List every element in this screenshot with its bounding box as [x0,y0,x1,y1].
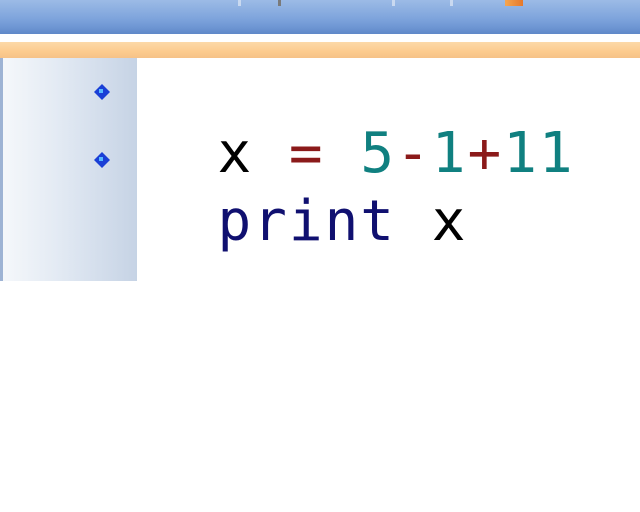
toolbar-orange-button[interactable] [505,0,523,6]
code-token-variable: x [431,189,468,254]
toolbar-separator [450,0,453,6]
toolbar-gap [0,34,640,42]
toolbar-separator [238,0,241,6]
code-line-2[interactable]: print x [146,126,467,254]
toolbar-separator [392,0,395,6]
gutter-edge [0,58,3,281]
blue-bullet-icon[interactable] [94,84,110,100]
code-token-number: 11 [503,121,575,186]
editor-gutter [0,58,137,281]
code-token-keyword: print [217,189,397,254]
blue-bullet-icon[interactable] [94,152,110,168]
code-token-operator: + [467,121,504,186]
toolbar-strip [0,0,640,34]
toolbar-separator [278,0,281,6]
highlight-band [0,42,640,58]
